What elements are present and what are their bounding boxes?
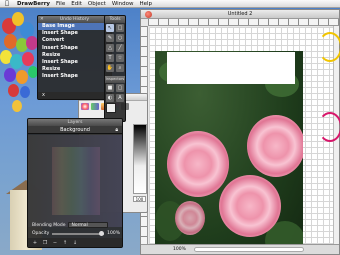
brightness-slider[interactable] — [133, 124, 147, 194]
line-tool-icon[interactable]: ╱ — [116, 44, 124, 52]
white-rectangle-shape[interactable] — [167, 52, 295, 84]
clear-history-button[interactable]: x — [42, 92, 45, 98]
document-title: Untitled 2 — [227, 11, 253, 17]
layers-titlebar[interactable]: Layers — [28, 119, 122, 126]
zoom-level[interactable]: 100% — [173, 247, 186, 252]
tools-title[interactable]: Tools — [105, 16, 125, 23]
layer-up-icon[interactable]: ↑ — [62, 240, 68, 246]
apple-icon[interactable]:  — [0, 0, 14, 7]
balloon — [20, 86, 30, 98]
horizontal-ruler — [148, 19, 339, 26]
document-titlebar[interactable]: Untitled 2 — [141, 10, 339, 19]
undo-entry[interactable]: Base Image — [38, 23, 111, 31]
horizontal-scrollbar[interactable] — [193, 247, 304, 252]
fill-inspector-icon[interactable]: ■ — [106, 84, 114, 92]
undo-history-palette: ✕ Undo History Base Image Insert Shape C… — [37, 15, 112, 100]
layers-footer: + ❐ − ↑ ↓ — [28, 238, 122, 247]
drawberry-icon — [145, 11, 152, 18]
balloon — [4, 34, 17, 49]
undo-entry[interactable]: Resize — [38, 52, 111, 59]
polygon-tool-icon[interactable]: △ — [106, 44, 114, 52]
inspectors-title[interactable]: Inspectors — [105, 76, 125, 83]
balloon — [12, 100, 22, 112]
balloon — [10, 54, 23, 69]
tools-palette: Tools ↖ □ ✎ ○ △ ╱ T ☆ ✋ ⌕ Inspectors ■ ▢… — [104, 15, 126, 122]
document-window: Untitled 2 100% — [140, 9, 340, 255]
color-sliders-icon[interactable] — [91, 103, 99, 110]
opacity-slider[interactable] — [52, 230, 105, 236]
layers-palette: Layers Background 🔒︎ Blending Mode Norma… — [27, 118, 123, 248]
brightness-value[interactable]: 100 — [133, 196, 146, 202]
opacity-value: 100% — [107, 231, 120, 236]
yellow-circle-shape[interactable] — [318, 32, 340, 62]
text-inspector-icon[interactable]: A — [116, 94, 124, 102]
add-layer-icon[interactable]: + — [32, 240, 38, 246]
blending-mode-row: Blending Mode Normal — [32, 222, 109, 228]
hand-tool-icon[interactable]: ✋ — [106, 64, 114, 72]
undo-entry[interactable]: Resize — [38, 66, 111, 73]
layers-title: Layers — [67, 120, 83, 125]
zoom-tool-icon[interactable]: ⌕ — [116, 64, 124, 72]
opacity-label: Opacity — [32, 231, 50, 236]
stroke-inspector-icon[interactable]: ▢ — [116, 84, 124, 92]
layer-list-area[interactable] — [28, 135, 122, 227]
blending-mode-select[interactable]: Normal — [68, 222, 109, 228]
pink-circle-shape[interactable] — [318, 112, 340, 142]
undo-entry[interactable]: Insert Shape — [38, 59, 111, 66]
undo-entry[interactable]: Insert Shape — [38, 45, 111, 52]
color-wheel-icon[interactable] — [81, 103, 89, 110]
undo-entry[interactable]: Insert Shape — [38, 73, 111, 80]
layer-row-background[interactable]: Background 🔒︎ — [28, 126, 122, 134]
balloon — [4, 68, 16, 82]
menu-object[interactable]: Object — [85, 1, 109, 7]
balloon — [16, 70, 28, 84]
layer-name: Background — [60, 127, 90, 133]
menu-bar:  DrawBerry File Edit Object Window Help — [0, 0, 340, 8]
balloon — [8, 84, 19, 97]
lock-icon[interactable]: 🔒︎ — [115, 126, 118, 134]
ellipse-tool-icon[interactable]: ○ — [116, 34, 124, 42]
rose-bud — [175, 201, 205, 235]
duplicate-layer-icon[interactable]: ❐ — [42, 240, 48, 246]
undo-history-list: Base Image Insert Shape Convert Insert S… — [38, 23, 111, 81]
fill-color-swatch[interactable] — [106, 103, 116, 113]
delete-layer-icon[interactable]: − — [52, 240, 58, 246]
rectangle-tool-icon[interactable]: □ — [116, 24, 124, 32]
opacity-slider-knob[interactable] — [99, 230, 105, 236]
opacity-row: Opacity 100% — [32, 230, 120, 236]
close-icon[interactable]: ✕ — [40, 17, 44, 22]
undo-history-title: Undo History — [59, 17, 90, 22]
menu-file[interactable]: File — [53, 1, 68, 7]
undo-entry[interactable]: Insert Shape — [38, 30, 111, 37]
blending-mode-label: Blending Mode — [32, 222, 66, 228]
star-tool-icon[interactable]: ☆ — [116, 54, 124, 62]
undo-history-titlebar[interactable]: ✕ Undo History — [38, 16, 111, 23]
menu-help[interactable]: Help — [137, 1, 156, 7]
pen-tool-icon[interactable]: ✎ — [106, 34, 114, 42]
undo-history-footer: x — [38, 92, 111, 99]
rose-flower — [167, 131, 229, 197]
layer-down-icon[interactable]: ↓ — [72, 240, 78, 246]
menu-edit[interactable]: Edit — [68, 1, 85, 7]
balloon — [22, 52, 34, 66]
shadow-inspector-icon[interactable]: ◐ — [106, 94, 114, 102]
layer-tint — [52, 147, 100, 215]
rose-flower — [247, 115, 303, 177]
undo-entry[interactable]: Convert — [38, 37, 111, 44]
rose-flower — [219, 175, 281, 237]
menu-app-name[interactable]: DrawBerry — [14, 1, 53, 7]
text-tool-icon[interactable]: T — [106, 54, 114, 62]
menu-window[interactable]: Window — [109, 1, 137, 7]
document-statusbar: 100% — [141, 244, 339, 254]
arrow-tool-icon[interactable]: ↖ — [106, 24, 114, 32]
